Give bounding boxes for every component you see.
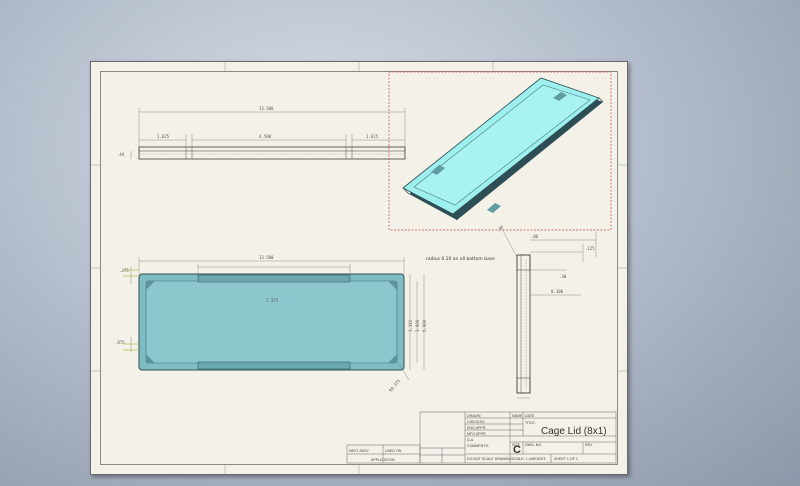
tb-sheet: SHEET 1 OF 1	[554, 457, 578, 461]
tb-used-on: USED ON	[385, 449, 402, 453]
dim-overall-plan: 13.500	[259, 255, 274, 260]
tb-scale: SCALE: 1:4	[512, 457, 531, 461]
dim-corner: R0.375	[388, 378, 401, 393]
tb-qa: Q.A.	[467, 438, 474, 442]
tb-mfg: MFG APPR.	[467, 432, 487, 436]
dim-height-top: .44	[117, 152, 125, 157]
tb-dwg-no: DWG. NO.	[525, 443, 542, 447]
graphics-viewport[interactable]: 13.500 1.625 4.500 1.625 .44 13.500 7.37…	[0, 0, 800, 486]
tb-eng: ENG APPR.	[467, 426, 486, 430]
side-view-note: radius 0.10 on all bottom base	[426, 256, 495, 262]
plan-view[interactable]	[123, 257, 425, 381]
dim-side-a: 1.312	[408, 319, 413, 332]
tb-weight: WEIGHT:	[531, 457, 546, 461]
dim-left-h2: .875	[115, 340, 125, 345]
dim-inner-plan: 7.375	[266, 298, 279, 303]
dim-center-top: 4.500	[259, 134, 272, 139]
tb-rev: REV	[585, 443, 593, 447]
tb-size: C	[513, 444, 521, 456]
dim-side-c: 5.000	[422, 319, 427, 332]
tb-date: DATE	[525, 414, 535, 418]
dim-side-b: 3.000	[415, 319, 420, 332]
tb-do-not-scale: DO NOT SCALE DRAWING	[467, 457, 512, 461]
isometric-view[interactable]	[388, 71, 612, 231]
tb-name: NAME	[512, 414, 523, 418]
dim-side-a-view: .06	[531, 234, 539, 239]
tb-comments: COMMENTS:	[467, 444, 489, 448]
tb-application: APPLICATION	[371, 458, 395, 462]
drawing-sheet[interactable]: 13.500 1.625 4.500 1.625 .44 13.500 7.37…	[90, 61, 628, 475]
dim-left-h: .375	[119, 268, 129, 273]
drawing-title: Cage Lid (8x1)	[541, 426, 607, 437]
tb-drawn: DRAWN	[467, 414, 481, 418]
side-view[interactable]	[500, 226, 597, 399]
tb-next-assy: NEXT ASSY	[349, 449, 370, 453]
tb-title-label: TITLE:	[525, 421, 536, 425]
dim-left-top: 1.625	[157, 134, 170, 139]
dim-side-c-view: .30	[559, 274, 567, 279]
dim-side-e-view: 0.100	[551, 289, 564, 294]
dim-right-top: 1.625	[366, 134, 379, 139]
dim-side-b-view: .125	[585, 246, 595, 251]
tb-checked: CHECKED	[467, 420, 485, 424]
drawing-canvas: 13.500 1.625 4.500 1.625 .44 13.500 7.37…	[91, 62, 627, 474]
dim-overall-top: 13.500	[259, 106, 274, 111]
